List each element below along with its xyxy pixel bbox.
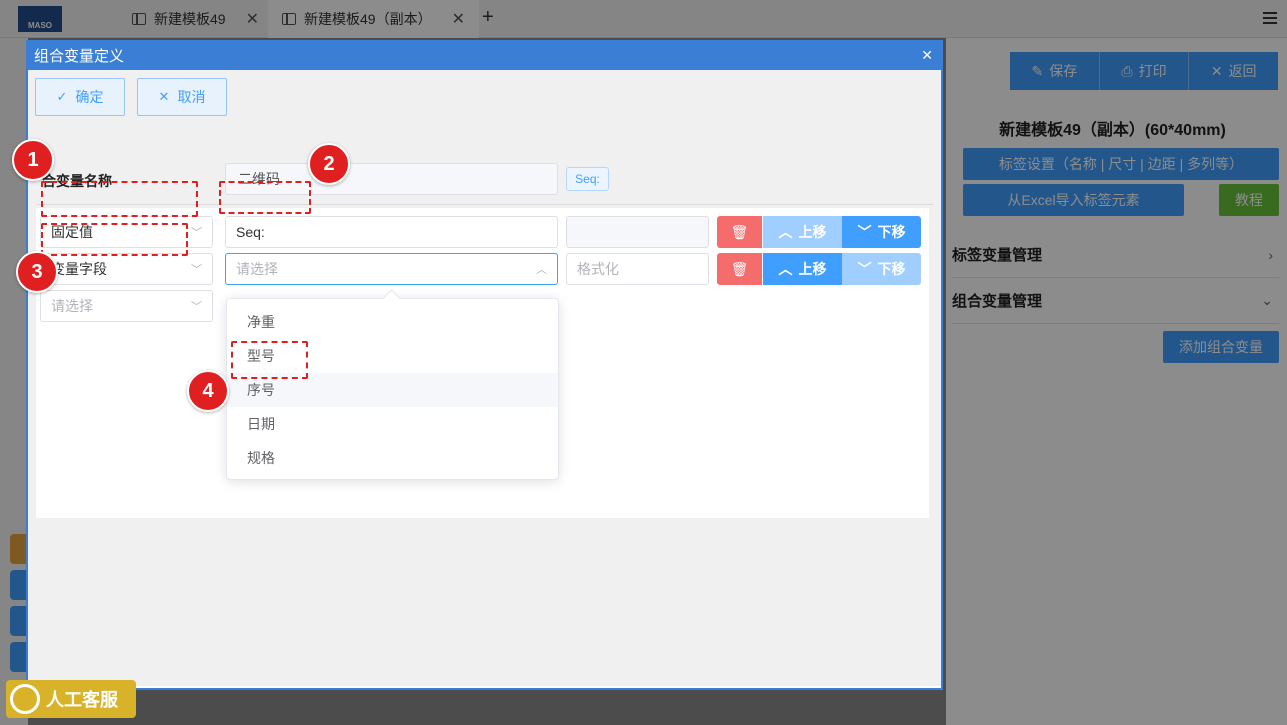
chevron-down-icon: ﹀	[191, 264, 202, 276]
dropdown-option[interactable]: 规格	[227, 441, 558, 475]
dropdown-option[interactable]: 日期	[227, 407, 558, 441]
delete-row-button[interactable]: 🗑	[717, 253, 762, 285]
annotation-badge: 3	[16, 251, 58, 293]
annotation-box	[219, 181, 311, 214]
check-icon: ✓	[56, 89, 68, 104]
chevron-down-icon: ﹀	[191, 227, 202, 239]
row-field-select[interactable]: 请选择 ︿	[225, 253, 558, 285]
annotation-badge: 1	[12, 139, 54, 181]
move-down-button[interactable]: ﹀ 下移	[842, 253, 921, 285]
headset-icon	[10, 684, 40, 714]
combo-variable-dialog: 组合变量定义 ✕ ✓ 确定 ✕ 取消 合变量名称 二维码 Seq: 固定值 ﹀ Se…	[26, 40, 943, 690]
chevron-down-icon: ﹀	[191, 301, 202, 313]
trash-icon: 🗑	[730, 260, 749, 277]
cancel-button[interactable]: ✕ 取消	[137, 78, 227, 116]
move-down-button[interactable]: ﹀ 下移	[842, 216, 921, 248]
row-format-input[interactable]: 格式化	[566, 253, 709, 285]
customer-service-button[interactable]: 人工客服	[6, 680, 136, 718]
chevron-up-icon: ︿	[536, 264, 547, 276]
chevron-down-icon: ﹀	[857, 261, 872, 277]
close-icon[interactable]: ✕	[921, 47, 933, 64]
field-dropdown: 净重 型号 序号 日期 规格	[226, 298, 559, 480]
annotation-box	[231, 341, 308, 379]
move-up-button[interactable]: ︿ 上移	[763, 216, 842, 248]
close-icon: ✕	[158, 89, 170, 104]
annotation-badge: 2	[308, 143, 350, 185]
confirm-button[interactable]: ✓ 确定	[35, 78, 125, 116]
chevron-down-icon: ﹀	[857, 224, 872, 240]
row-format-input	[566, 216, 709, 248]
dialog-header: 组合变量定义 ✕	[28, 40, 941, 70]
annotation-badge: 4	[187, 370, 229, 412]
trash-icon: 🗑	[730, 223, 749, 240]
preview-tag: Seq:	[566, 167, 609, 191]
dialog-title: 组合变量定义	[34, 47, 125, 65]
delete-row-button[interactable]: 🗑	[717, 216, 762, 248]
dropdown-option[interactable]: 净重	[227, 305, 558, 339]
row-value-input[interactable]: Seq:	[225, 216, 558, 248]
chevron-up-icon: ︿	[778, 224, 793, 240]
row-type-select[interactable]: 请选择 ﹀	[40, 290, 213, 322]
annotation-box	[41, 181, 198, 217]
chevron-up-icon: ︿	[778, 261, 793, 277]
move-up-button[interactable]: ︿ 上移	[763, 253, 842, 285]
row-type-select[interactable]: 变量字段 ﹀	[40, 253, 213, 285]
annotation-box	[41, 223, 188, 256]
dialog-body: ✓ 确定 ✕ 取消 合变量名称 二维码 Seq: 固定值 ﹀ Seq: 🗑 ︿ 上移 …	[28, 70, 941, 686]
